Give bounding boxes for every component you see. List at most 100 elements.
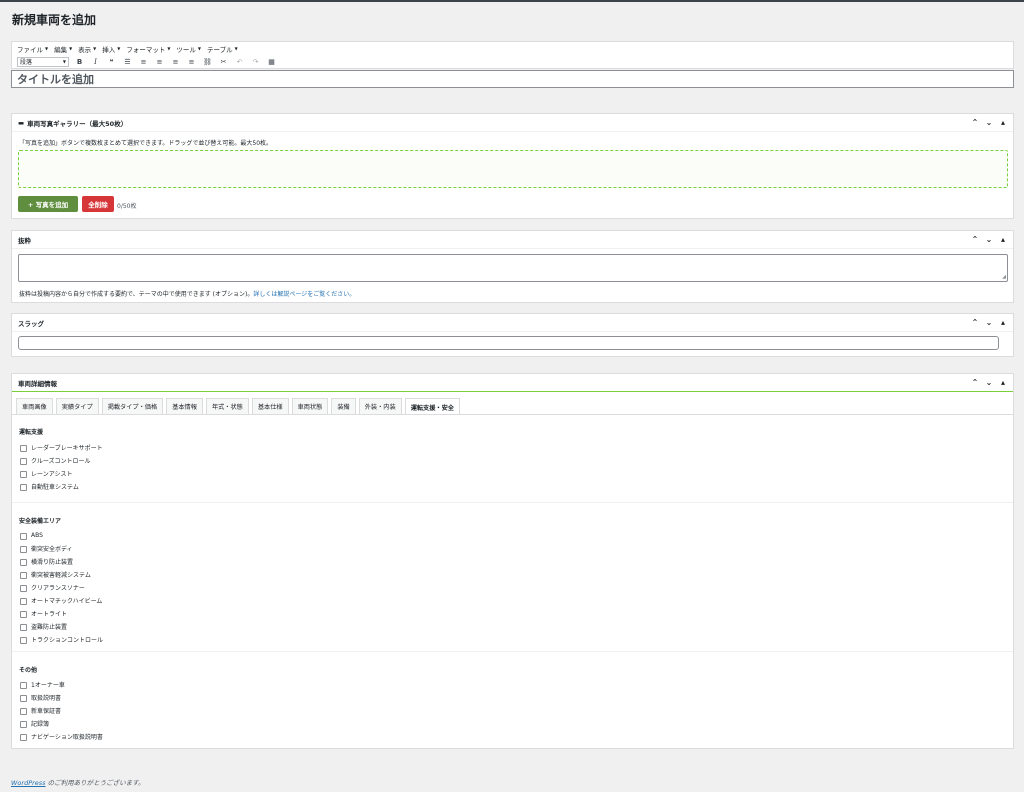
- chevron-up-icon[interactable]: ⌃: [971, 318, 979, 327]
- menu-tools[interactable]: ツール ▼: [176, 44, 201, 54]
- chevron-down-icon[interactable]: ⌄: [985, 318, 993, 327]
- triangle-icon[interactable]: ▴: [999, 235, 1007, 244]
- checkbox-row[interactable]: クルーズコントロール: [20, 456, 91, 465]
- italic-icon[interactable]: I: [90, 56, 101, 67]
- tab-listing-price[interactable]: 掲載タイプ・価格: [101, 398, 164, 414]
- resize-grip-icon[interactable]: ◢: [1002, 274, 1006, 280]
- tab-vehicle-images[interactable]: 車両画像: [16, 398, 53, 414]
- menu-view[interactable]: 表示 ▼: [78, 44, 96, 54]
- postbox-header: 抜粋 ⌃ ⌄ ▴: [12, 231, 1013, 249]
- excerpt-title: 抜粋: [18, 236, 31, 245]
- triangle-icon[interactable]: ▴: [999, 118, 1007, 127]
- excerpt-postbox: 抜粋 ⌃ ⌄ ▴ ◢ 抜粋は投稿内容から自分で作成する要約で、テーマの中で使用で…: [11, 230, 1014, 303]
- checkbox[interactable]: [20, 585, 27, 592]
- group-title-safety: 安全装備エリア: [19, 518, 62, 525]
- slug-input[interactable]: [18, 336, 999, 350]
- excerpt-textarea[interactable]: ◢: [18, 254, 1008, 282]
- checkbox[interactable]: [20, 458, 27, 465]
- tab-basic-info[interactable]: 基本情報: [166, 398, 203, 414]
- numbered-list-icon[interactable]: ≡: [138, 56, 149, 67]
- tab-basic-specs[interactable]: 基本仕様: [251, 398, 289, 414]
- checkbox-row[interactable]: クリアランスソナー: [20, 583, 85, 592]
- align-center-icon[interactable]: ≡: [170, 56, 181, 67]
- menu-edit[interactable]: 編集 ▼: [54, 44, 72, 54]
- checkbox-row[interactable]: 横滑り防止装置: [20, 557, 73, 566]
- photo-dropzone[interactable]: [18, 150, 1008, 188]
- tab-driving-safety[interactable]: 運転支援・安全: [404, 398, 460, 415]
- checkbox-row[interactable]: 記録簿: [20, 719, 49, 728]
- checkbox-row[interactable]: 自動駐車システム: [20, 482, 79, 491]
- clear-all-button[interactable]: 全削除: [82, 196, 114, 212]
- tab-record-type[interactable]: 実績タイプ: [55, 398, 99, 414]
- checkbox-row[interactable]: 衝突被害軽減システム: [20, 570, 91, 579]
- checkbox[interactable]: [20, 559, 27, 566]
- admin-top-border: [0, 0, 1024, 2]
- bullet-list-icon[interactable]: ☰: [122, 56, 133, 67]
- toolbar-toggle-icon[interactable]: ▦: [266, 56, 277, 67]
- caret-down-icon: ▼: [117, 46, 121, 51]
- checkbox[interactable]: [20, 695, 27, 702]
- checkbox[interactable]: [20, 484, 27, 491]
- checkbox-row[interactable]: レーンアシスト: [20, 469, 72, 478]
- excerpt-help-text: 抜粋は投稿内容から自分で作成する要約で、テーマの中で使用できます (オプション)…: [19, 291, 254, 298]
- checkbox-row[interactable]: ナビゲーション取扱説明書: [20, 732, 103, 741]
- checkbox[interactable]: [20, 734, 27, 741]
- checkbox-label: オートマチックハイビーム: [31, 598, 103, 605]
- tab-vehicle-condition[interactable]: 車両状態: [291, 398, 329, 414]
- checkbox[interactable]: [20, 611, 27, 618]
- blockquote-icon[interactable]: ❝: [106, 56, 117, 67]
- menu-file[interactable]: ファイル ▼: [17, 44, 48, 54]
- chevron-up-icon[interactable]: ⌃: [971, 118, 979, 127]
- checkbox[interactable]: [20, 533, 27, 540]
- chevron-down-icon[interactable]: ⌄: [985, 378, 993, 387]
- checkbox[interactable]: [20, 471, 27, 478]
- excerpt-help-link[interactable]: 詳しくは解説ページをご覧ください。: [253, 291, 355, 298]
- format-select[interactable]: 段落 ▼: [17, 56, 69, 67]
- menu-format[interactable]: フォーマット ▼: [126, 44, 170, 54]
- align-right-icon[interactable]: ≡: [186, 56, 197, 67]
- menu-table[interactable]: テーブル ▼: [207, 44, 238, 54]
- chevron-down-icon[interactable]: ⌄: [985, 235, 993, 244]
- tab-exterior-interior[interactable]: 外装・内装: [358, 398, 402, 414]
- align-left-icon[interactable]: ≡: [154, 56, 165, 67]
- gallery-postbox: ▬ 車両写真ギャラリー（最大50枚） ⌃ ⌄ ▴ 「写真を追加」ボタンで複数枚まと…: [11, 113, 1014, 219]
- triangle-icon[interactable]: ▴: [999, 378, 1007, 387]
- bold-icon[interactable]: B: [74, 56, 85, 67]
- chevron-down-icon[interactable]: ⌄: [985, 118, 993, 127]
- menu-label: 編集: [54, 45, 68, 54]
- checkbox-row[interactable]: ABS: [20, 531, 43, 540]
- checkbox-row[interactable]: オートライト: [20, 609, 67, 618]
- wordpress-link[interactable]: WordPress: [11, 779, 46, 787]
- checkbox-row[interactable]: 盗難防止装置: [20, 622, 67, 631]
- chevron-up-icon[interactable]: ⌃: [971, 235, 979, 244]
- checkbox[interactable]: [20, 682, 27, 689]
- checkbox-row[interactable]: 1オーナー車: [20, 680, 65, 689]
- checkbox[interactable]: [20, 624, 27, 631]
- link-icon[interactable]: ⛓: [202, 56, 213, 67]
- add-photo-button[interactable]: + 写真を追加: [18, 196, 78, 212]
- undo-icon[interactable]: ↶: [234, 56, 245, 67]
- checkbox[interactable]: [20, 445, 27, 452]
- redo-icon[interactable]: ↷: [250, 56, 261, 67]
- checkbox-row[interactable]: 新車保証書: [20, 706, 61, 715]
- checkbox[interactable]: [20, 637, 27, 644]
- checkbox[interactable]: [20, 546, 27, 553]
- checkbox-label: レーダーブレーキサポート: [31, 445, 103, 452]
- unlink-icon[interactable]: ✂: [218, 56, 229, 67]
- checkbox[interactable]: [20, 598, 27, 605]
- chevron-up-icon[interactable]: ⌃: [971, 378, 979, 387]
- tab-equipment[interactable]: 装備: [331, 398, 356, 414]
- checkbox-row[interactable]: レーダーブレーキサポート: [20, 443, 103, 452]
- editor-toolbar: 段落 ▼ B I ❝ ☰ ≡ ≡ ≡ ≡ ⛓ ✂ ↶ ↷ ▦: [11, 55, 1014, 69]
- menu-insert[interactable]: 挿入 ▼: [102, 44, 120, 54]
- checkbox[interactable]: [20, 572, 27, 579]
- checkbox-row[interactable]: オートマチックハイビーム: [20, 596, 102, 605]
- tab-year-condition[interactable]: 年式・状態: [205, 398, 249, 414]
- triangle-icon[interactable]: ▴: [999, 318, 1007, 327]
- checkbox[interactable]: [20, 721, 27, 728]
- checkbox-row[interactable]: トラクションコントロール: [20, 635, 103, 644]
- checkbox[interactable]: [20, 708, 27, 715]
- title-input[interactable]: タイトルを追加: [11, 70, 1014, 88]
- checkbox-row[interactable]: 衝突安全ボディ: [20, 544, 73, 553]
- checkbox-row[interactable]: 取扱説明書: [20, 693, 61, 702]
